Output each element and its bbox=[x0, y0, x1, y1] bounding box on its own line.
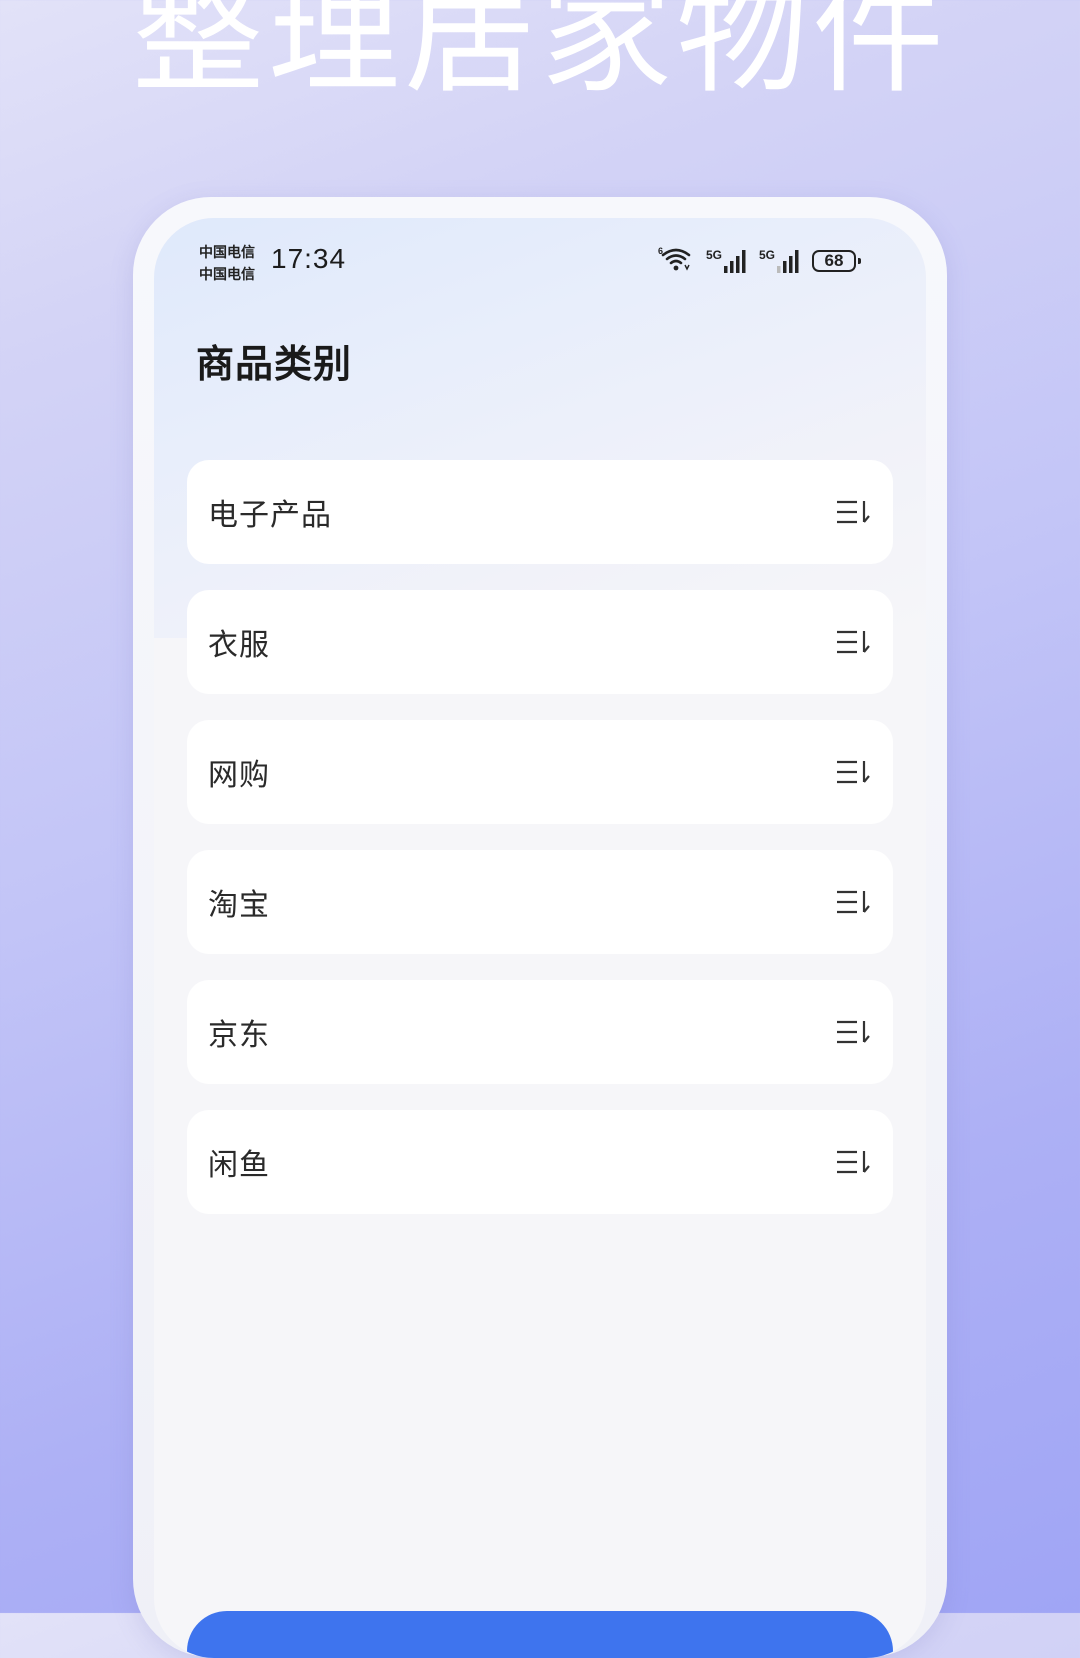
promo-headline: 整理居家物件 bbox=[132, 0, 948, 112]
sort-icon[interactable] bbox=[835, 887, 871, 917]
network-type-2: 5G bbox=[758, 248, 775, 262]
carrier-2: 中国电信 bbox=[199, 267, 255, 283]
category-label: 闲鱼 bbox=[208, 1148, 270, 1183]
category-item-xianyu[interactable]: 闲鱼 bbox=[187, 1110, 893, 1214]
page-title: 商品类别 bbox=[196, 342, 353, 386]
signal-icon: 5G bbox=[706, 248, 749, 274]
category-item-taobao[interactable]: 淘宝 bbox=[187, 850, 893, 954]
phone-screen: 中国电信 中国电信 17:34 6 5G 5G 68 商品类别 电子产品 衣服 … bbox=[154, 218, 926, 1658]
battery-icon: 68 bbox=[812, 250, 861, 272]
category-label: 淘宝 bbox=[208, 888, 270, 923]
bottom-action-button[interactable] bbox=[187, 1611, 893, 1658]
category-label: 电子产品 bbox=[208, 498, 332, 533]
sort-icon[interactable] bbox=[835, 1147, 871, 1177]
sort-icon[interactable] bbox=[835, 497, 871, 527]
carrier-info: 中国电信 中国电信 bbox=[199, 242, 255, 286]
network-type-1: 5G bbox=[705, 248, 722, 262]
status-bar: 中国电信 中国电信 17:34 6 5G 5G 68 bbox=[154, 218, 926, 308]
wifi-icon: 6 bbox=[658, 244, 696, 278]
category-item-online-shopping[interactable]: 网购 bbox=[187, 720, 893, 824]
battery-level: 68 bbox=[824, 251, 844, 270]
category-item-electronics[interactable]: 电子产品 bbox=[187, 460, 893, 564]
signal-icon: 5G bbox=[759, 248, 802, 274]
carrier-1: 中国电信 bbox=[199, 245, 255, 261]
sort-icon[interactable] bbox=[835, 627, 871, 657]
category-label: 衣服 bbox=[208, 628, 270, 663]
category-list: 电子产品 衣服 网购 淘宝 京东 闲鱼 bbox=[187, 460, 893, 1240]
category-label: 京东 bbox=[208, 1018, 270, 1053]
status-time: 17:34 bbox=[271, 243, 347, 274]
category-label: 网购 bbox=[208, 758, 270, 793]
status-icons: 6 5G 5G 68 bbox=[658, 244, 861, 278]
sort-icon[interactable] bbox=[835, 1017, 871, 1047]
sort-icon[interactable] bbox=[835, 757, 871, 787]
category-item-clothes[interactable]: 衣服 bbox=[187, 590, 893, 694]
category-item-jd[interactable]: 京东 bbox=[187, 980, 893, 1084]
